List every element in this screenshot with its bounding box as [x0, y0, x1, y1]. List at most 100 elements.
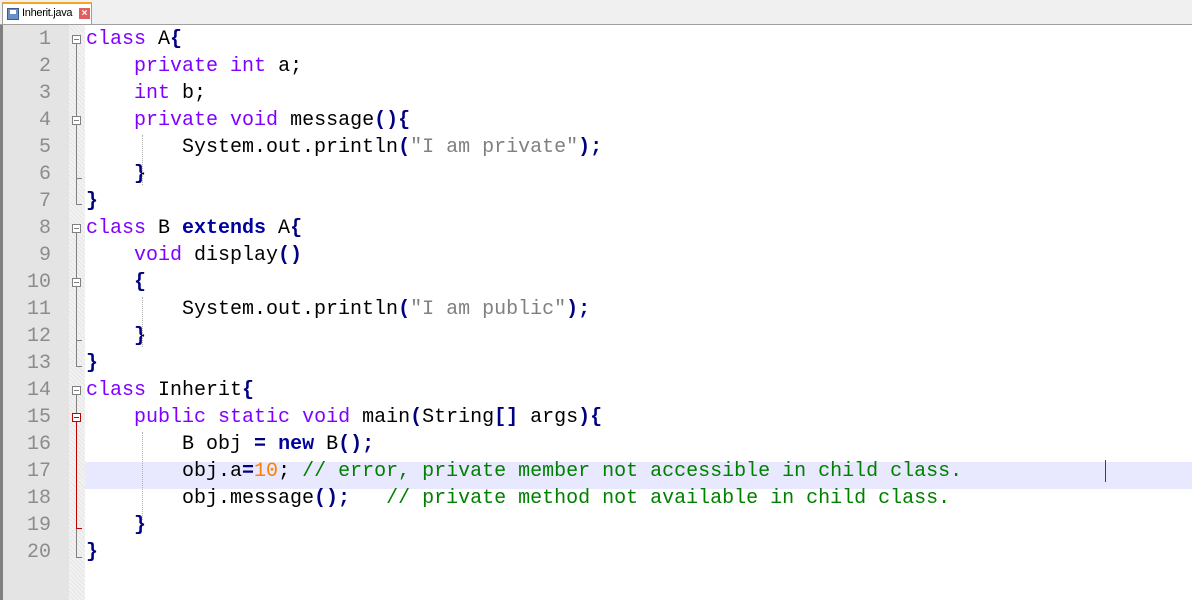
code-line[interactable]: class B extends A{ — [86, 215, 302, 242]
code-line[interactable]: System.out.println("I am public"); — [86, 296, 590, 323]
code-line[interactable]: private int a; — [86, 53, 302, 80]
line-number: 13 — [26, 352, 51, 375]
code-token: void — [134, 244, 183, 267]
code-token: ( — [410, 406, 423, 429]
indent-guide — [142, 297, 143, 347]
code-line[interactable]: int b; — [86, 80, 206, 107]
close-icon[interactable]: × — [79, 8, 90, 19]
code-token: obj.a — [86, 460, 243, 483]
code-token: class — [86, 217, 147, 240]
code-token: private — [134, 109, 219, 132]
code-token: b; — [170, 82, 207, 105]
code-token: // private method not available in child… — [386, 487, 951, 510]
line-number: 9 — [38, 244, 51, 267]
code-line[interactable]: private void message(){ — [86, 107, 410, 134]
code-token: void — [230, 109, 279, 132]
line-number: 6 — [38, 163, 51, 186]
code-token: } — [86, 541, 99, 564]
line-number: 8 — [38, 217, 51, 240]
fold-margin — [69, 25, 85, 600]
code-line[interactable]: B obj = new B(); — [86, 431, 374, 458]
code-line[interactable]: } — [86, 539, 98, 566]
line-number: 19 — [26, 514, 51, 537]
code-token: ); — [578, 136, 603, 159]
fold-toggle-icon[interactable] — [72, 278, 81, 287]
code-token: = — [242, 460, 255, 483]
code-token: B obj — [86, 433, 255, 456]
code-token: args — [518, 406, 579, 429]
code-token: ); — [566, 298, 591, 321]
code-token: = — [254, 433, 267, 456]
code-token: B — [146, 217, 183, 240]
fold-end-marker — [76, 204, 82, 205]
code-line[interactable]: System.out.println("I am private"); — [86, 134, 602, 161]
code-token: message — [278, 109, 375, 132]
tab-inherit-java[interactable]: Inherit.java × — [2, 2, 92, 24]
line-number: 4 — [38, 109, 51, 132]
code-token: ( — [398, 136, 411, 159]
code-line[interactable]: class A{ — [86, 26, 182, 53]
code-token: { — [242, 379, 255, 402]
code-line[interactable]: public static void main(String[] args){ — [86, 404, 602, 431]
line-number: 2 — [38, 55, 51, 78]
code-token: } — [86, 190, 99, 213]
line-number: 11 — [26, 298, 51, 321]
line-number: 18 — [26, 487, 51, 510]
code-token: void — [302, 406, 351, 429]
fold-line-active — [76, 422, 77, 528]
tab-bar: Inherit.java × — [0, 0, 1192, 25]
line-number: 5 — [38, 136, 51, 159]
code-token: 10 — [254, 460, 279, 483]
code-token: () — [278, 244, 303, 267]
code-line[interactable]: } — [86, 161, 146, 188]
fold-end-marker — [76, 178, 82, 179]
code-line[interactable]: obj.message(); // private method not ava… — [86, 485, 950, 512]
code-token: a; — [266, 55, 303, 78]
code-token: (){ — [374, 109, 411, 132]
fold-end-marker — [76, 366, 82, 367]
code-token: A — [266, 217, 291, 240]
fold-toggle-icon[interactable] — [72, 35, 81, 44]
code-token: display — [182, 244, 279, 267]
line-number: 1 — [38, 28, 51, 51]
code-line[interactable]: } — [86, 323, 146, 350]
code-token: System.out.println — [86, 298, 399, 321]
code-token: int — [230, 55, 267, 78]
indent-guide — [142, 135, 143, 185]
fold-toggle-icon[interactable] — [72, 224, 81, 233]
line-number: 16 — [26, 433, 51, 456]
code-line[interactable]: { — [86, 269, 146, 296]
fold-toggle-icon[interactable] — [72, 116, 81, 125]
fold-end-marker — [76, 340, 82, 341]
line-number: 14 — [26, 379, 51, 402]
code-token: public — [134, 406, 207, 429]
line-number: 17 — [26, 460, 51, 483]
code-line[interactable]: } — [86, 188, 98, 215]
tab-label: Inherit.java — [22, 7, 73, 19]
fold-line — [76, 233, 77, 366]
code-token: { — [134, 271, 147, 294]
code-line[interactable]: } — [86, 350, 98, 377]
code-token: A — [146, 28, 171, 51]
code-line[interactable]: void display() — [86, 242, 302, 269]
fold-end-marker — [76, 528, 82, 529]
fold-toggle-icon[interactable] — [72, 386, 81, 395]
code-token: private — [134, 55, 219, 78]
code-line[interactable]: obj.a=10; // error, private member not a… — [86, 458, 962, 485]
indent-guide — [142, 432, 143, 520]
code-token: class — [86, 28, 147, 51]
code-token: } — [134, 325, 147, 348]
code-token: // error, private member not accessible … — [302, 460, 963, 483]
fold-toggle-icon[interactable] — [72, 413, 81, 422]
code-line[interactable]: } — [86, 512, 146, 539]
code-token: new — [278, 433, 315, 456]
code-token: String — [422, 406, 495, 429]
code-token: ; — [278, 460, 303, 483]
code-line[interactable]: class Inherit{ — [86, 377, 254, 404]
